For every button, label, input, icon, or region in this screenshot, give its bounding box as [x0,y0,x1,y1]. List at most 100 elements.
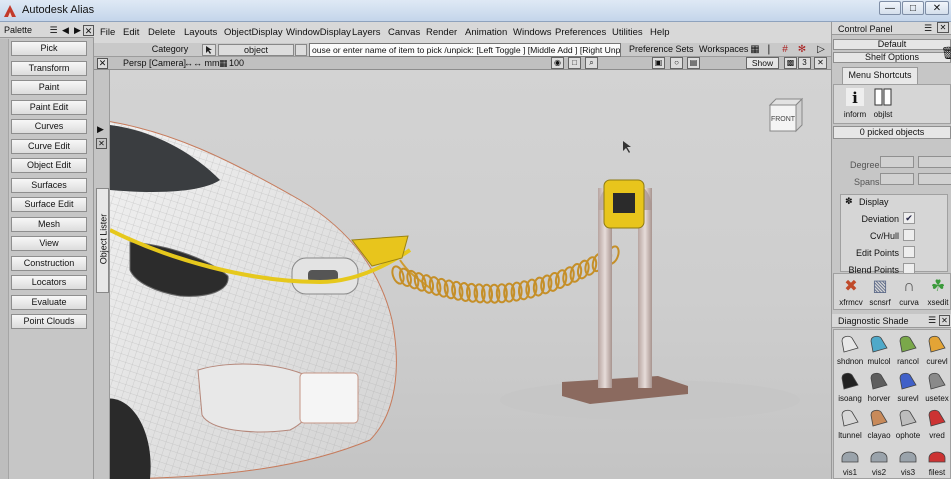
degree-field-2[interactable] [918,156,951,168]
cp-menu-icon[interactable]: ☰ [924,23,932,34]
diag-vis3[interactable]: vis3 [895,444,921,478]
preference-sets-link[interactable]: Preference Sets [629,44,694,54]
menu-layouts[interactable]: Layouts [184,27,217,38]
menu-objectdisplay[interactable]: ObjectDisplay [224,27,283,38]
menu-render[interactable]: Render [426,27,457,38]
viewport-close-icon[interactable]: ✕ [97,58,108,69]
palette-menu-icon[interactable]: ☰ [48,25,59,36]
display-option-checkbox[interactable] [903,229,915,241]
lister-close-icon[interactable]: ✕ [96,138,107,149]
palette-paint-button[interactable]: Paint [11,80,87,95]
palette-curve-edit-button[interactable]: Curve Edit [11,138,87,154]
diag-surevl[interactable]: surevl [895,370,921,404]
viewcube-widget[interactable]: FRONT [766,97,804,133]
palette-paint-edit-button[interactable]: Paint Edit [11,99,87,115]
spans-field-2[interactable] [918,173,951,185]
workspace-default-field[interactable]: Default [833,39,951,50]
palette-surface-edit-button[interactable]: Surface Edit [11,197,87,212]
menu-animation[interactable]: Animation [465,27,507,38]
menu-windows[interactable]: Windows [513,27,552,38]
diag-filest[interactable]: filest [924,444,950,478]
diag-menu-icon[interactable]: ☰ [928,315,936,326]
prompt-edit-icon[interactable] [295,44,307,56]
restore-button[interactable]: □ [902,1,924,15]
palette-construction-button[interactable]: Construction [11,255,87,271]
display-option-checkbox[interactable]: ✔ [903,212,915,224]
diag-clayao[interactable]: clayao [866,407,892,441]
shortcut-objlst[interactable]: objlst [870,86,896,120]
diag-horver[interactable]: horver [866,370,892,404]
diag-usetex[interactable]: usetex [924,370,950,404]
zoom-icon[interactable]: ⌕ [585,57,598,69]
degree-field[interactable] [880,156,914,168]
palette-expand-icon[interactable]: ▶ [72,25,83,36]
tumble-icon[interactable]: □ [568,57,581,69]
diag-shdnon[interactable]: shdnon [837,333,863,367]
diag-vis2[interactable]: vis2 [866,444,892,478]
maximize-viewport-icon[interactable]: ✕ [814,57,827,69]
diag-rancol[interactable]: rancol [895,333,921,367]
cp-close-icon[interactable]: ✕ [937,22,949,33]
palette-transform-button[interactable]: Transform [11,60,87,76]
lister-expand-icon[interactable]: ▶ [97,124,104,135]
menu-windowdisplay[interactable]: WindowDisplay [286,27,351,38]
menu-shortcuts-tab[interactable]: Menu Shortcuts [842,67,918,84]
shortcut-inform[interactable]: i inform [842,86,868,120]
pick-arrow-icon[interactable] [202,44,216,56]
display-expand-icon[interactable]: ✽ [845,196,853,207]
pick-object-field[interactable]: object [218,44,294,56]
menu-preferences[interactable]: Preferences [555,27,606,38]
wire-shade-icon[interactable]: ○ [670,57,683,69]
palette-mesh-button[interactable]: Mesh [11,216,87,232]
prompt-line-input[interactable]: ouse or enter name of item to pick /unpi… [309,43,621,57]
diag-vis1[interactable]: vis1 [837,444,863,478]
palette-scroll-strip[interactable] [0,39,9,479]
object-lister-tab[interactable]: Object Lister [96,188,109,293]
frame-all-icon[interactable]: ▣ [652,57,665,69]
palette-view-button[interactable]: View [11,236,87,251]
palette-object-edit-button[interactable]: Object Edit [11,158,87,173]
display-option-checkbox[interactable] [903,246,915,258]
menu-edit[interactable]: Edit [123,27,139,38]
palette-locators-button[interactable]: Locators [11,275,87,290]
diag-curevl[interactable]: curevl [924,333,950,367]
palette-pick-button[interactable]: Pick [11,41,87,56]
close-button[interactable]: ✕ [925,1,949,15]
shelf-options-field[interactable]: Shelf Options [833,52,951,63]
menu-layers[interactable]: Layers [352,27,381,38]
diag-close-icon[interactable]: ✕ [939,315,950,326]
menu-help[interactable]: Help [650,27,670,38]
tool-xsedit[interactable]: ☘ xsedit [925,276,951,310]
viewport-camera-label[interactable]: Persp [Camera] [123,58,186,68]
palette-evaluate-button[interactable]: Evaluate [11,294,87,310]
menu-delete[interactable]: Delete [148,27,175,38]
layout-icon[interactable]: ▩ [784,57,797,69]
show-button[interactable]: Show [746,57,779,69]
3d-viewport[interactable]: FRONT [110,70,831,479]
curve-snap-icon[interactable]: ✻ [795,43,809,57]
tool-scnsrf[interactable]: ▧ scnsrf [867,276,893,310]
menu-canvas[interactable]: Canvas [388,27,420,38]
spans-field[interactable] [880,173,914,185]
trash-icon[interactable]: 🗑 [941,46,951,66]
grid-snap-icon[interactable]: # [778,43,792,57]
palette-collapse-icon[interactable]: ◀ [60,25,71,36]
diag-ophote[interactable]: ophote [895,407,921,441]
history-icon[interactable]: ▦ [748,43,762,57]
minimize-button[interactable]: — [879,1,901,15]
tool-curva[interactable]: ∩ curva [896,276,922,310]
diag-isoang[interactable]: isoang [837,370,863,404]
menu-utilities[interactable]: Utilities [612,27,643,38]
diag-mulcol[interactable]: mulcol [866,333,892,367]
palette-surfaces-button[interactable]: Surfaces [11,177,87,193]
tool-xfrmcv[interactable]: ✖ xfrmcv [838,276,864,310]
workspaces-link[interactable]: Workspaces [699,44,748,54]
diag-ltunnel[interactable]: ltunnel [837,407,863,441]
palette-close-icon[interactable]: ✕ [83,25,94,36]
frame-picked-icon[interactable]: ▤ [687,57,700,69]
toolbar-more-icon[interactable]: ▷ [814,43,828,57]
camera-icon[interactable]: ◉ [551,57,564,69]
menu-file[interactable]: File [100,27,115,38]
snap-icon[interactable]: ❘ [762,43,776,57]
palette-curves-button[interactable]: Curves [11,119,87,134]
